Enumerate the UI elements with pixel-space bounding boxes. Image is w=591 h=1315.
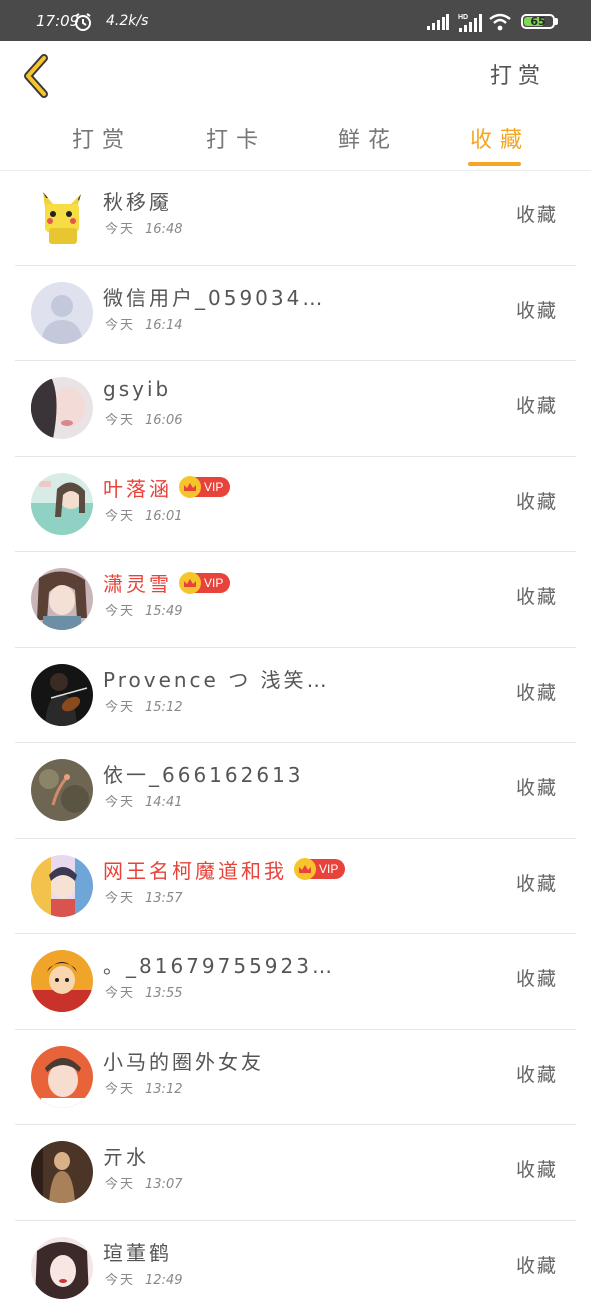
avatar xyxy=(31,1141,93,1203)
avatar xyxy=(31,950,93,1012)
action-label: 收藏 xyxy=(516,678,558,705)
network-speed: 4.2k/s xyxy=(106,13,148,29)
timestamp: 今天15:49 xyxy=(105,600,182,619)
tab-favorites[interactable]: 收藏 xyxy=(470,122,530,154)
list-item[interactable]: 亓水 今天13:07 收藏 xyxy=(15,1125,576,1221)
vip-badge: VIP xyxy=(180,477,230,497)
list-item[interactable]: gsyib 今天16:06 收藏 xyxy=(15,361,576,457)
user-name: 秋移魇 xyxy=(103,186,172,215)
timestamp: 今天13:57 xyxy=(105,887,182,906)
user-name: gsyib xyxy=(103,377,171,401)
timestamp: 今天13:07 xyxy=(105,1173,182,1192)
reward-button[interactable]: 打赏 xyxy=(490,58,546,90)
tab-flowers[interactable]: 鲜花 xyxy=(338,122,398,154)
list-item[interactable]: 。_816797559233978430 今天13:55 收藏 xyxy=(15,934,576,1030)
timestamp: 今天16:06 xyxy=(105,409,182,428)
signal-hd-icon: HD xyxy=(458,12,482,36)
avatar xyxy=(31,473,93,535)
timestamp: 今天16:14 xyxy=(105,314,182,333)
tab-bar: 打赏 打卡 鲜花 收藏 xyxy=(0,112,591,171)
action-label: 收藏 xyxy=(516,391,558,418)
user-name: 小马的圈外女友 xyxy=(103,1046,264,1075)
avatar xyxy=(31,1237,93,1299)
list-item[interactable]: 秋移魇 今天16:48 收藏 xyxy=(15,170,576,266)
action-label: 收藏 xyxy=(516,582,558,609)
avatar xyxy=(31,282,93,344)
tab-reward[interactable]: 打赏 xyxy=(72,122,132,154)
action-label: 收藏 xyxy=(516,200,558,227)
crown-icon xyxy=(179,476,201,498)
timestamp: 今天14:41 xyxy=(105,791,182,810)
user-name: 网王名柯魔道和我 xyxy=(103,855,287,884)
battery-percent: 65 xyxy=(523,15,553,28)
avatar xyxy=(31,1046,93,1108)
action-label: 收藏 xyxy=(516,1155,558,1182)
action-label: 收藏 xyxy=(516,773,558,800)
timestamp: 今天13:12 xyxy=(105,1078,182,1097)
crown-icon xyxy=(179,572,201,594)
list-item[interactable]: Provence つ 浅笑°_5... 今天15:12 收藏 xyxy=(15,648,576,744)
action-label: 收藏 xyxy=(516,869,558,896)
user-name: 依一_666162613 xyxy=(103,759,304,788)
timestamp: 今天13:55 xyxy=(105,982,182,1001)
avatar xyxy=(31,568,93,630)
list-item[interactable]: 微信用户_059034216 今天16:14 收藏 xyxy=(15,266,576,362)
tab-checkin[interactable]: 打卡 xyxy=(206,122,266,154)
user-name: 亓水 xyxy=(103,1141,149,1170)
back-button[interactable] xyxy=(18,52,58,100)
action-label: 收藏 xyxy=(516,296,558,323)
action-label: 收藏 xyxy=(516,1060,558,1087)
timestamp: 今天15:12 xyxy=(105,696,182,715)
list-item[interactable]: 叶落涵 VIP 今天16:01 收藏 xyxy=(15,457,576,553)
network-type-label: HD xyxy=(458,14,468,21)
vip-badge: VIP xyxy=(180,573,230,593)
list-item[interactable]: 网王名柯魔道和我 VIP 今天13:57 收藏 xyxy=(15,839,576,935)
timestamp: 今天16:01 xyxy=(105,505,182,524)
battery-icon: 65 xyxy=(521,14,555,29)
favorites-list: 秋移魇 今天16:48 收藏 微信用户_059034216 今天16:14 收藏… xyxy=(15,170,576,1315)
chevron-left-icon xyxy=(18,52,58,100)
list-item[interactable]: 潇灵雪 VIP 今天15:49 收藏 xyxy=(15,552,576,648)
user-name: 叶落涵 xyxy=(103,473,172,502)
avatar xyxy=(31,664,93,726)
user-name: 微信用户_059034216 xyxy=(103,282,338,311)
avatar xyxy=(31,759,93,821)
status-bar: 17:09 4.2k/s HD 65 xyxy=(0,0,591,41)
signal-icon xyxy=(427,14,449,34)
active-tab-indicator xyxy=(468,162,521,166)
action-label: 收藏 xyxy=(516,1251,558,1278)
list-item[interactable]: 小马的圈外女友 今天13:12 收藏 xyxy=(15,1030,576,1126)
avatar xyxy=(31,186,93,248)
vip-badge: VIP xyxy=(295,859,345,879)
action-label: 收藏 xyxy=(516,964,558,991)
crown-icon xyxy=(294,858,316,880)
list-item[interactable]: 依一_666162613 今天14:41 收藏 xyxy=(15,743,576,839)
user-name: 。_816797559233978430 xyxy=(103,950,338,979)
wifi-icon xyxy=(488,13,512,35)
action-label: 收藏 xyxy=(516,487,558,514)
timestamp: 今天12:49 xyxy=(105,1269,182,1288)
user-name: 潇灵雪 xyxy=(103,568,172,597)
timestamp: 今天16:48 xyxy=(105,218,182,237)
avatar xyxy=(31,377,93,439)
list-item[interactable]: 瑄董鹤 今天12:49 收藏 xyxy=(15,1221,576,1315)
user-name: 瑄董鹤 xyxy=(103,1237,172,1266)
avatar xyxy=(31,855,93,917)
user-name: Provence つ 浅笑°_5... xyxy=(103,664,338,693)
alarm-icon xyxy=(73,12,93,36)
battery-cap xyxy=(555,18,558,25)
